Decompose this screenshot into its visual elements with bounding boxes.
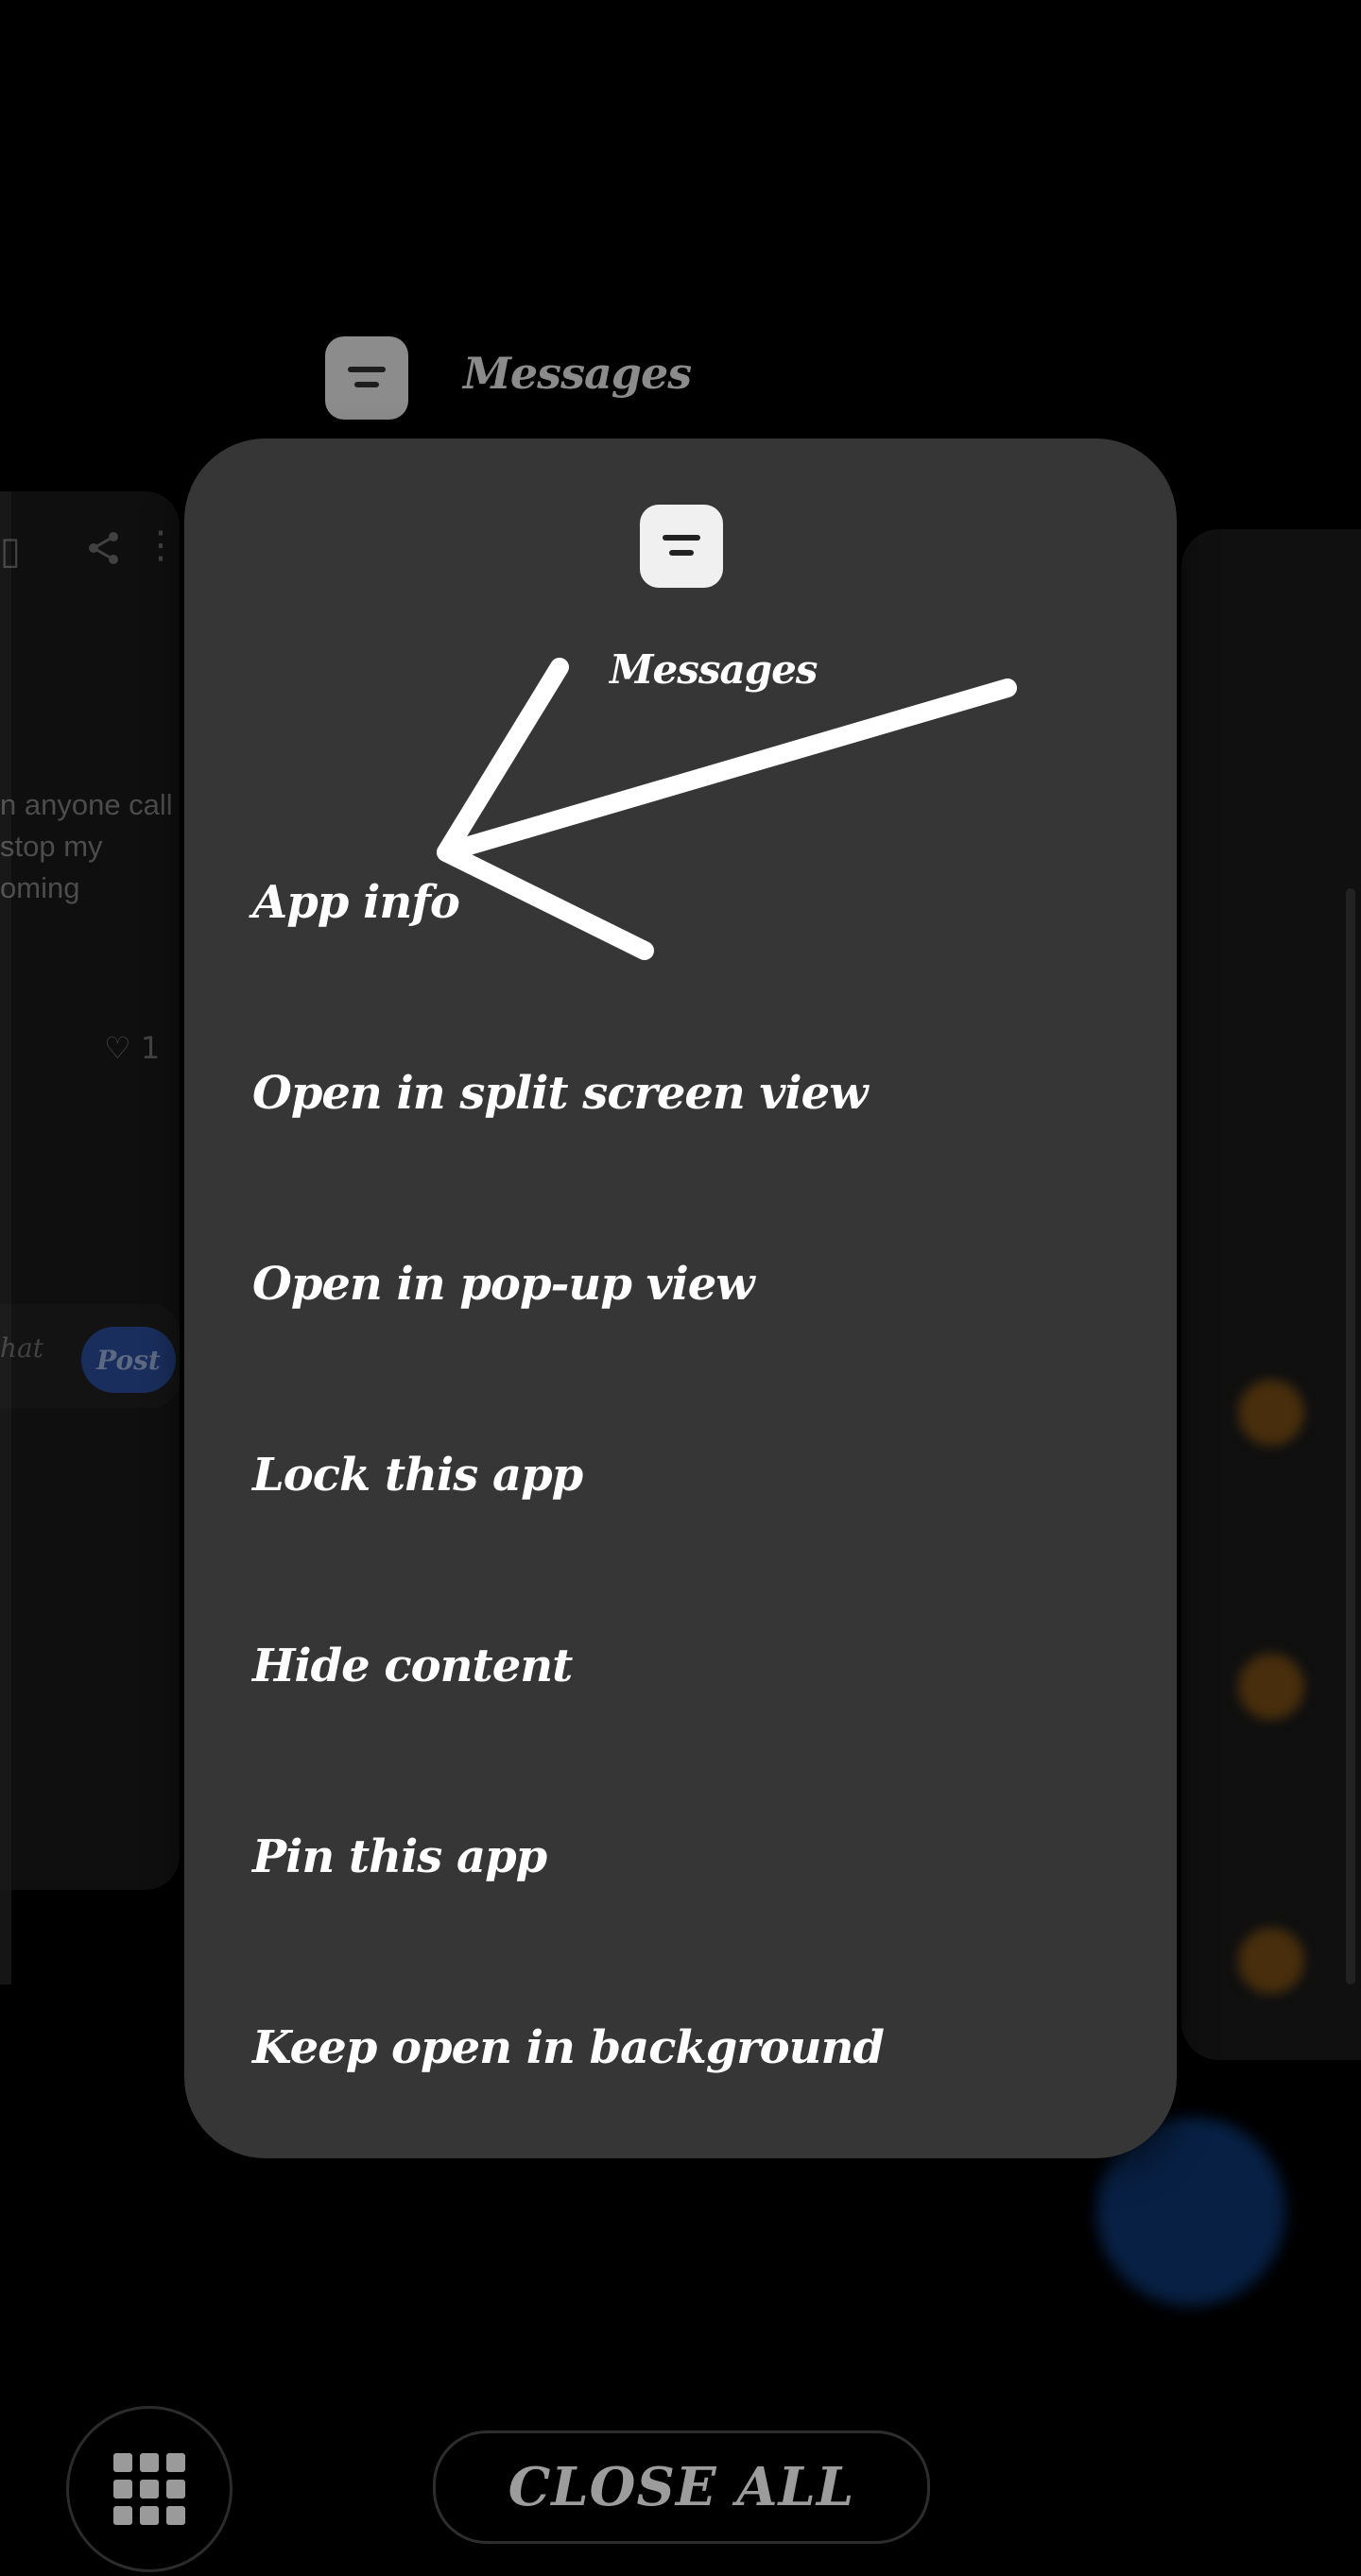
menu-item-popup-view[interactable]: Open in pop-up view	[252, 1189, 1120, 1380]
compose-placeholder: hat	[0, 1332, 43, 1364]
close-all-button[interactable]: CLOSE ALL	[433, 2430, 930, 2544]
menu-app-name: Messages	[610, 646, 818, 693]
heart-icon: ♡	[104, 1030, 131, 1066]
more-options-icon: ⋮	[142, 524, 180, 567]
menu-item-split-screen[interactable]: Open in split screen view	[252, 998, 1120, 1189]
menu-item-keep-open[interactable]: Keep open in background	[252, 1952, 1120, 2143]
messages-app-icon[interactable]	[325, 336, 408, 420]
share-icon	[85, 529, 123, 576]
card-app-title: Messages	[463, 348, 692, 399]
menu-item-app-info[interactable]: App info	[252, 807, 1120, 998]
app-grid-icon	[113, 2453, 185, 2525]
right-recent-card[interactable]	[1096, 529, 1361, 2306]
bookmark-icon: ▯	[0, 529, 22, 573]
avatar	[1238, 1654, 1304, 1720]
app-grid-button[interactable]	[66, 2406, 233, 2572]
left-recent-card[interactable]: ▯ ⋮ n anyone call stop my oming ♡ 1 hat …	[0, 491, 180, 1890]
menu-item-hide-content[interactable]: Hide content	[252, 1571, 1120, 1761]
avatar	[1238, 1928, 1304, 1994]
menu-item-pin-app[interactable]: Pin this app	[252, 1761, 1120, 1952]
post-snippet: n anyone call stop my oming	[0, 788, 173, 904]
likes-count: ♡ 1	[104, 1030, 161, 1066]
messages-app-icon	[640, 505, 723, 588]
avatar	[1238, 1380, 1304, 1446]
left-card-toolbar: ▯ ⋮	[0, 524, 180, 586]
post-button[interactable]: Post	[81, 1327, 176, 1393]
app-options-menu: Messages App info Open in split screen v…	[184, 438, 1177, 2158]
menu-items: App info Open in split screen view Open …	[252, 807, 1120, 2143]
compose-bar: hat Post	[0, 1304, 180, 1408]
menu-item-lock-app[interactable]: Lock this app	[252, 1380, 1120, 1571]
right-card-edge	[1346, 888, 1355, 1984]
